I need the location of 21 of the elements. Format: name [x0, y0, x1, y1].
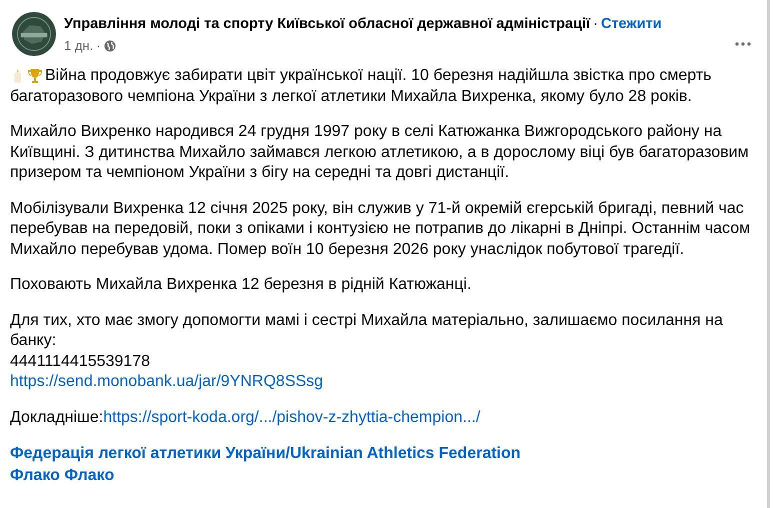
follow-link[interactable]: Стежити: [600, 16, 662, 32]
separator-dot: ·: [96, 38, 101, 53]
page-name-link[interactable]: Управління молоді та спорту Київської обласної державної адміністрації: [64, 16, 590, 32]
article-link[interactable]: https://sport-koda.org/.../pishov-z-zhyttia-chempion.../: [103, 408, 480, 426]
tagged-page-link[interactable]: Федерація легкої атлетики України/Ukrainian Athletics Federation: [10, 443, 521, 465]
post-time[interactable]: 1 дн.: [64, 38, 94, 53]
avatar-icon[interactable]: [12, 12, 56, 56]
more-options-icon[interactable]: [735, 42, 751, 46]
globe-icon: [104, 40, 116, 52]
post-paragraph: Поховають Михайла Вихренка 12 березня в рідній Катюжанці.: [10, 275, 472, 295]
card-number: 4441114415539178: [10, 352, 150, 372]
donation-link[interactable]: https://send.monobank.ua/jar/9YNRQ8SSsg: [10, 372, 324, 392]
tagged-page-link[interactable]: Флако Флако: [10, 465, 114, 487]
post-paragraph: Мобілізували Вихренка 12 січня 2025 року, він служив у 71-й окремій єгерській бригаді, певний час перебував на передовій, поки з опіками і контузією не потрапив до лікарні в Дніпрі. Останнім часом Михайло перебував удома. Помер воїн 10 березня 2026 року унаслідок побутової трагедії.: [10, 198, 752, 260]
separator-dot: ·: [593, 16, 598, 32]
trophy-icon: [27, 68, 43, 84]
post-paragraph: Для тих, хто має змогу допомогти мамі і сестрі Михайла матеріально, залишаємо посилання на банку:: [10, 310, 724, 351]
post-text-line: Війна продовжує забирати цвіт української нації. 10 березня надійшла звістка про смерть: [45, 66, 712, 86]
more-label: Докладніше:: [10, 408, 104, 426]
post-text-line: багаторазового чемпіона України з легкої атлетики Михайла Вихренка, якому було 28 років.: [10, 86, 693, 106]
post-paragraph: Михайло Вихренко народився 24 грудня 1997 року в селі Катюжанка Вижгородського району на Київщині. З дитинства Михайло займався легкою атлетикою, а в дорослому віці був багаторазовим призером та чемпіоном України з бігу на середні та довгі дистанції.: [10, 122, 750, 183]
